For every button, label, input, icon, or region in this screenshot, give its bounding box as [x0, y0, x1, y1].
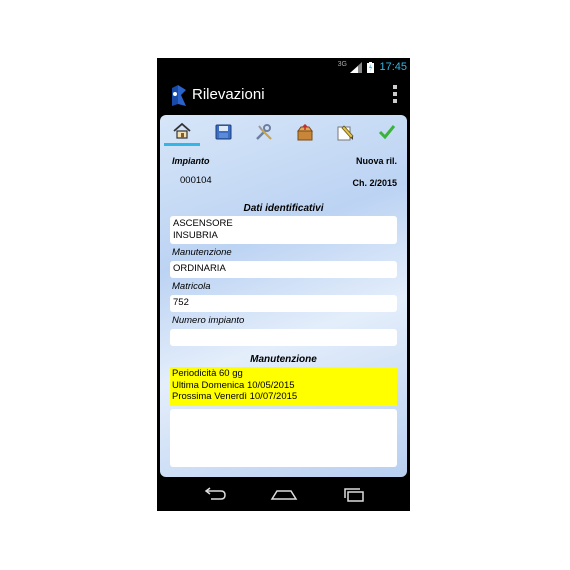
impianto-name-line2: INSUBRIA: [173, 230, 218, 241]
ultima-text: Ultima Domenica 10/05/2015: [172, 379, 295, 391]
numero-impianto-label: Numero impianto: [172, 315, 245, 326]
matricola-label: Matricola: [172, 281, 211, 292]
home-icon: [173, 122, 191, 139]
tab-tools[interactable]: [246, 118, 282, 146]
main-content: Impianto 000104 Nuova ril. Ch. 2/2015 Da…: [160, 115, 407, 477]
back-icon[interactable]: [199, 484, 229, 504]
tab-home[interactable]: [164, 118, 200, 146]
battery-icon: [367, 62, 374, 73]
prossima-text: Prossima Venerdì 10/07/2015: [172, 391, 298, 402]
phone-screen: 3G 17:45 Rilevazioni Impianto 000104 Nuo…: [157, 58, 410, 511]
section-title-manutenzione: Manutenzione: [250, 354, 317, 365]
impianto-name-line1: ASCENSORE: [173, 218, 233, 229]
nav-bar: [157, 478, 410, 511]
signal-icon: [350, 62, 362, 73]
box-icon: [297, 123, 313, 140]
overflow-menu-icon[interactable]: [393, 85, 398, 107]
home-nav-icon[interactable]: [269, 484, 299, 504]
matricola-field[interactable]: 752: [170, 295, 397, 312]
impianto-name-field[interactable]: ASCENSORE INSUBRIA: [170, 216, 397, 244]
page-title: Rilevazioni: [192, 86, 265, 103]
edit-icon: [337, 124, 354, 140]
clock: 17:45: [379, 61, 407, 73]
check-icon: [378, 125, 396, 140]
section-title-dati: Dati identificativi: [243, 203, 324, 214]
chiamata-number: Ch. 2/2015: [352, 178, 397, 188]
manutenzione-info-box: Periodicità 60 gg Ultima Domenica 10/05/…: [170, 367, 397, 406]
recent-apps-icon[interactable]: [339, 484, 369, 504]
notes-area[interactable]: [170, 409, 397, 467]
numero-impianto-field[interactable]: [170, 329, 397, 346]
action-bar: Rilevazioni: [157, 78, 410, 115]
manutenzione-label: Manutenzione: [172, 247, 232, 258]
impianto-label: Impianto: [172, 156, 210, 166]
save-icon: [215, 124, 231, 140]
nuova-ril-label: Nuova ril.: [355, 156, 397, 166]
impianto-value: 000104: [180, 175, 212, 186]
tab-bar: [160, 115, 407, 149]
tab-confirm[interactable]: [369, 118, 405, 146]
periodicita-text: Periodicità 60 gg: [172, 368, 243, 379]
tools-icon: [256, 124, 272, 140]
tab-edit[interactable]: [328, 118, 364, 146]
tab-save[interactable]: [205, 118, 241, 146]
tab-box[interactable]: [287, 118, 323, 146]
app-logo-icon[interactable]: [169, 82, 189, 108]
status-bar: 3G 17:45: [157, 58, 410, 78]
manutenzione-field[interactable]: ORDINARIA: [170, 261, 397, 278]
network-type: 3G: [337, 61, 347, 68]
